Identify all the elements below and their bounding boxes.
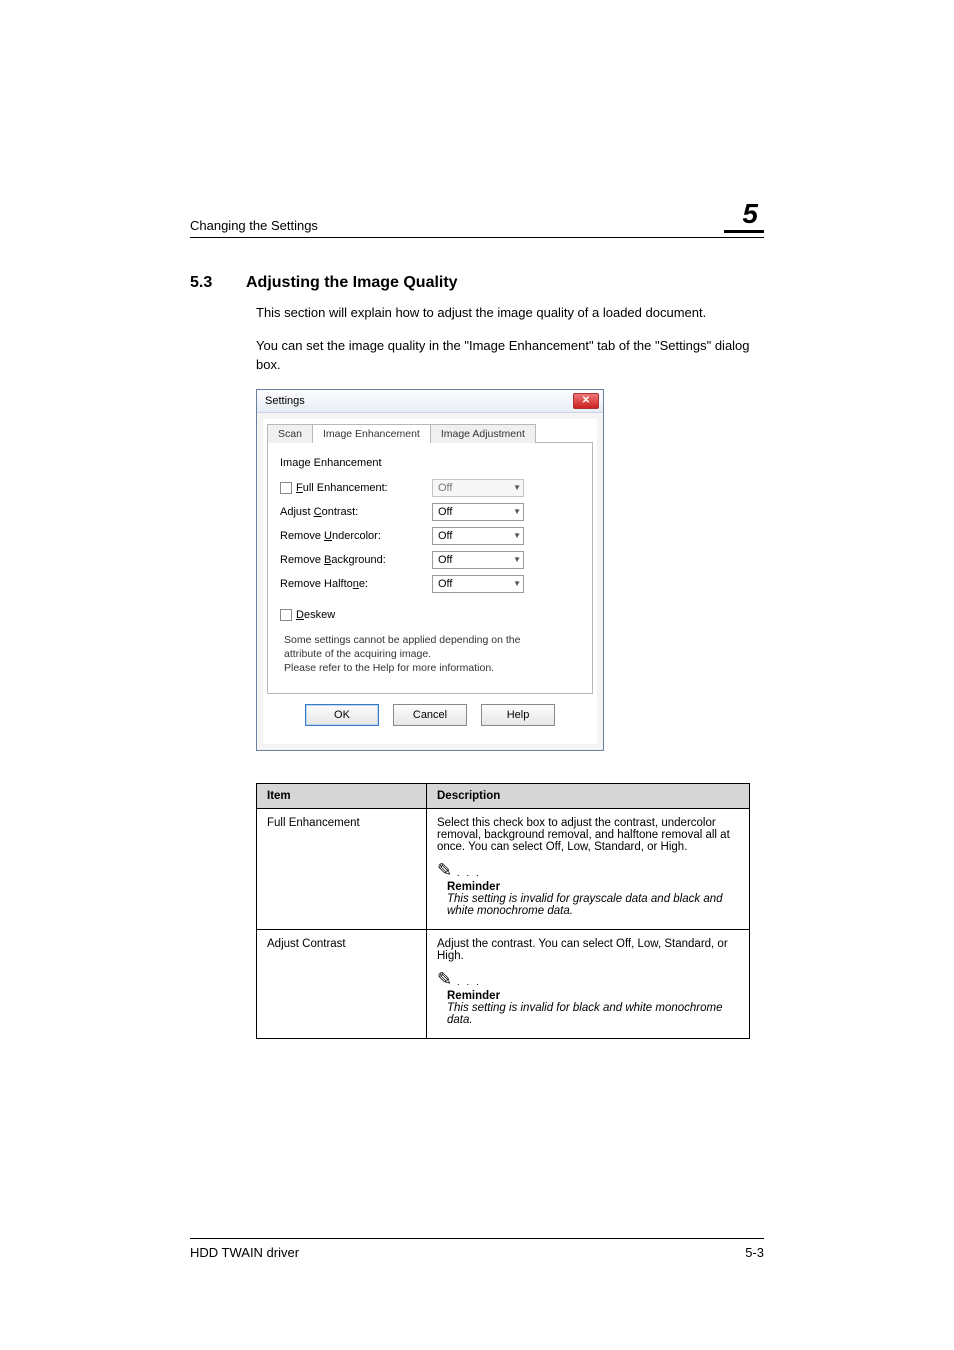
cancel-button[interactable]: Cancel	[393, 704, 467, 726]
remove-undercolor-value: Off	[438, 530, 452, 542]
page-footer: HDD TWAIN driver 5-3	[190, 1238, 764, 1260]
full-enhancement-checkbox[interactable]	[280, 482, 292, 494]
deskew-label: Deskew	[296, 609, 335, 621]
footer-right: 5-3	[745, 1245, 764, 1260]
ok-button-label: OK	[334, 709, 350, 721]
th-item: Item	[257, 784, 427, 809]
adjust-contrast-select[interactable]: Off ▼	[432, 503, 524, 521]
reminder-title: Reminder	[447, 881, 739, 893]
remove-halftone-value: Off	[438, 578, 452, 590]
tab-scan-label: Scan	[278, 428, 302, 440]
cell-item: Full Enhancement	[257, 809, 427, 930]
remove-background-value: Off	[438, 554, 452, 566]
chevron-down-icon: ▼	[513, 579, 521, 588]
help-button-label: Help	[507, 709, 530, 721]
group-label: Image Enhancement	[280, 457, 580, 469]
cancel-button-label: Cancel	[413, 709, 447, 721]
chevron-down-icon: ▼	[513, 531, 521, 540]
full-enhancement-select[interactable]: Off ▼	[432, 479, 524, 497]
pen-icon: ✎	[437, 969, 481, 989]
chevron-down-icon: ▼	[513, 555, 521, 564]
cell-item: Adjust Contrast	[257, 930, 427, 1039]
footer-left: HDD TWAIN driver	[190, 1245, 299, 1260]
chapter-number: 5	[724, 200, 764, 233]
dialog-footnote: Some settings cannot be applied dependin…	[280, 633, 580, 676]
remove-undercolor-select[interactable]: Off ▼	[432, 527, 524, 545]
tab-scan[interactable]: Scan	[267, 424, 313, 443]
remove-undercolor-label: Remove Undercolor:	[280, 530, 381, 542]
chevron-down-icon: ▼	[513, 507, 521, 516]
reminder-title: Reminder	[447, 990, 739, 1002]
close-icon[interactable]: ✕	[573, 393, 599, 409]
running-head-text: Changing the Settings	[190, 218, 318, 233]
remove-background-label: Remove Background:	[280, 554, 386, 566]
reminder-body: This setting is invalid for black and wh…	[447, 1002, 739, 1026]
reminder-body: This setting is invalid for grayscale da…	[447, 893, 739, 917]
cell-desc: Select this check box to adjust the cont…	[427, 809, 750, 930]
tab-image-adjustment[interactable]: Image Adjustment	[430, 424, 536, 443]
cell-desc: Adjust the contrast. You can select Off,…	[427, 930, 750, 1039]
help-button[interactable]: Help	[481, 704, 555, 726]
dialog-title: Settings	[265, 395, 305, 407]
ok-button[interactable]: OK	[305, 704, 379, 726]
th-description: Description	[427, 784, 750, 809]
pen-icon: ✎	[437, 860, 481, 880]
settings-dialog: Settings ✕ Scan Image Enhancement Image …	[256, 389, 604, 752]
table-row: Adjust Contrast Adjust the contrast. You…	[257, 930, 750, 1039]
remove-halftone-select[interactable]: Off ▼	[432, 575, 524, 593]
table-row: Full Enhancement Select this check box t…	[257, 809, 750, 930]
full-enhancement-label: Full Enhancement:	[296, 482, 388, 494]
adjust-contrast-label: Adjust Contrast:	[280, 506, 358, 518]
running-head: Changing the Settings 5	[190, 200, 764, 238]
section-paragraph-2: You can set the image quality in the "Im…	[256, 337, 764, 375]
adjust-contrast-value: Off	[438, 506, 452, 518]
chevron-down-icon: ▼	[513, 483, 521, 492]
tab-image-enhancement[interactable]: Image Enhancement	[312, 424, 431, 443]
tab-enh-label: Image Enhancement	[323, 428, 420, 440]
tab-adj-label: Image Adjustment	[441, 428, 525, 440]
full-enhancement-value: Off	[438, 482, 452, 494]
description-table: Item Description Full Enhancement Select…	[256, 783, 750, 1039]
section-paragraph-1: This section will explain how to adjust …	[256, 304, 764, 323]
deskew-checkbox[interactable]	[280, 609, 292, 621]
section-number: 5.3	[190, 274, 224, 292]
remove-halftone-label: Remove Halftone:	[280, 578, 368, 590]
remove-background-select[interactable]: Off ▼	[432, 551, 524, 569]
section-title: Adjusting the Image Quality	[246, 274, 458, 292]
